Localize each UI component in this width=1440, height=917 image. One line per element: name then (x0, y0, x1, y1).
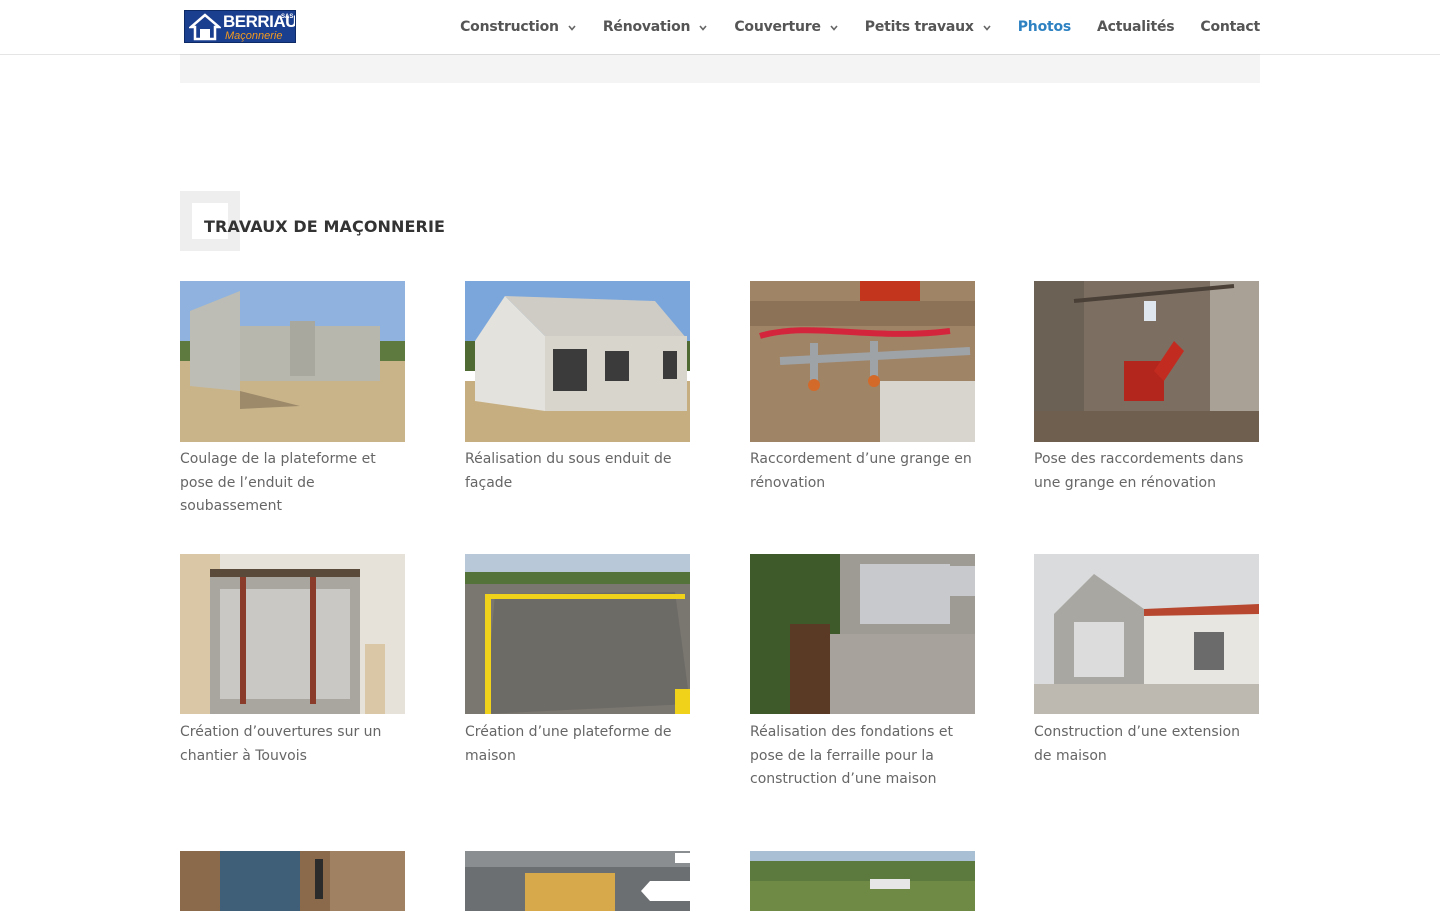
gallery-caption: Raccordement d’une grange en rénovation (750, 451, 972, 491)
gallery-photo[interactable] (180, 851, 405, 911)
nav-item-petits-travaux[interactable]: Petits travaux (865, 19, 992, 35)
gallery-caption: Réalisation des fondations et pose de la… (750, 724, 953, 787)
gallery-item[interactable]: Création d’ouvertures sur un chantier à … (180, 554, 406, 768)
chevron-down-icon (830, 25, 838, 31)
gallery-item[interactable]: Réalisation des fondations et pose de la… (750, 554, 976, 792)
nav-label: Actualités (1097, 19, 1175, 35)
gallery-photo[interactable] (180, 554, 405, 715)
nav-label: Construction (460, 19, 559, 35)
nav-item-photos[interactable]: Photos (1018, 19, 1071, 35)
gallery-item[interactable] (750, 851, 976, 917)
logo-sas: SAS (281, 14, 294, 20)
nav-item-actualites[interactable]: Actualités (1097, 19, 1175, 35)
info-panel (180, 54, 1260, 83)
site-header: BERRIAU SAS Maçonnerie Construction Réno… (0, 0, 1440, 54)
gallery-photo[interactable] (465, 554, 690, 715)
house-logo-icon (189, 13, 221, 41)
nav-item-couverture[interactable]: Couverture (734, 19, 838, 35)
chevron-down-icon (983, 25, 991, 31)
gallery-caption: Création d’une plateforme de maison (465, 724, 672, 764)
nav-label: Photos (1017, 19, 1072, 35)
gallery-photo[interactable] (1034, 281, 1259, 442)
gallery-caption: Création d’ouvertures sur un chantier à … (180, 724, 382, 764)
chevron-down-icon (568, 25, 576, 31)
gallery-caption: Réalisation du sous enduit de façade (465, 451, 672, 491)
chevron-down-icon (699, 25, 707, 31)
nav-item-renovation[interactable]: Rénovation (603, 19, 709, 35)
nav-item-construction[interactable]: Construction (460, 19, 577, 35)
gallery-photo[interactable] (750, 851, 975, 911)
nav-item-contact[interactable]: Contact (1200, 19, 1260, 35)
gallery-photo[interactable] (465, 281, 690, 442)
gallery-photo[interactable] (180, 281, 405, 442)
gallery-item[interactable]: Pose des raccordements dans une grange e… (1034, 281, 1260, 495)
gallery-caption: Coulage de la plateforme et pose de l’en… (180, 451, 376, 514)
gallery-item[interactable]: Construction d’une extension de maison (1034, 554, 1260, 768)
gallery-item[interactable]: Raccordement d’une grange en rénovation (750, 281, 976, 495)
gallery-photo[interactable] (1034, 554, 1259, 715)
gallery-item[interactable] (465, 851, 691, 917)
gallery-item[interactable]: Réalisation du sous enduit de façade (465, 281, 691, 495)
nav-label: Petits travaux (864, 19, 974, 35)
nav-label: Couverture (734, 19, 821, 35)
gallery-item[interactable]: Coulage de la plateforme et pose de l’en… (180, 281, 406, 519)
gallery-caption: Pose des raccordements dans une grange e… (1034, 451, 1244, 491)
nav-label: Contact (1200, 19, 1260, 35)
gallery-photo[interactable] (750, 554, 975, 715)
gallery-item[interactable] (180, 851, 406, 917)
section-title: TRAVAUX DE MAÇONNERIE (204, 217, 446, 236)
logo-subtitle: Maçonnerie (225, 30, 283, 42)
site-logo[interactable]: BERRIAU SAS Maçonnerie (184, 10, 296, 43)
gallery-photo[interactable] (750, 281, 975, 442)
nav-label: Rénovation (602, 19, 691, 35)
gallery-item[interactable]: Création d’une plateforme de maison (465, 554, 691, 768)
gallery-photo[interactable] (465, 851, 690, 911)
main-nav: Construction Rénovation Couverture Petit… (434, 0, 1260, 54)
gallery-caption: Construction d’une extension de maison (1034, 724, 1240, 764)
